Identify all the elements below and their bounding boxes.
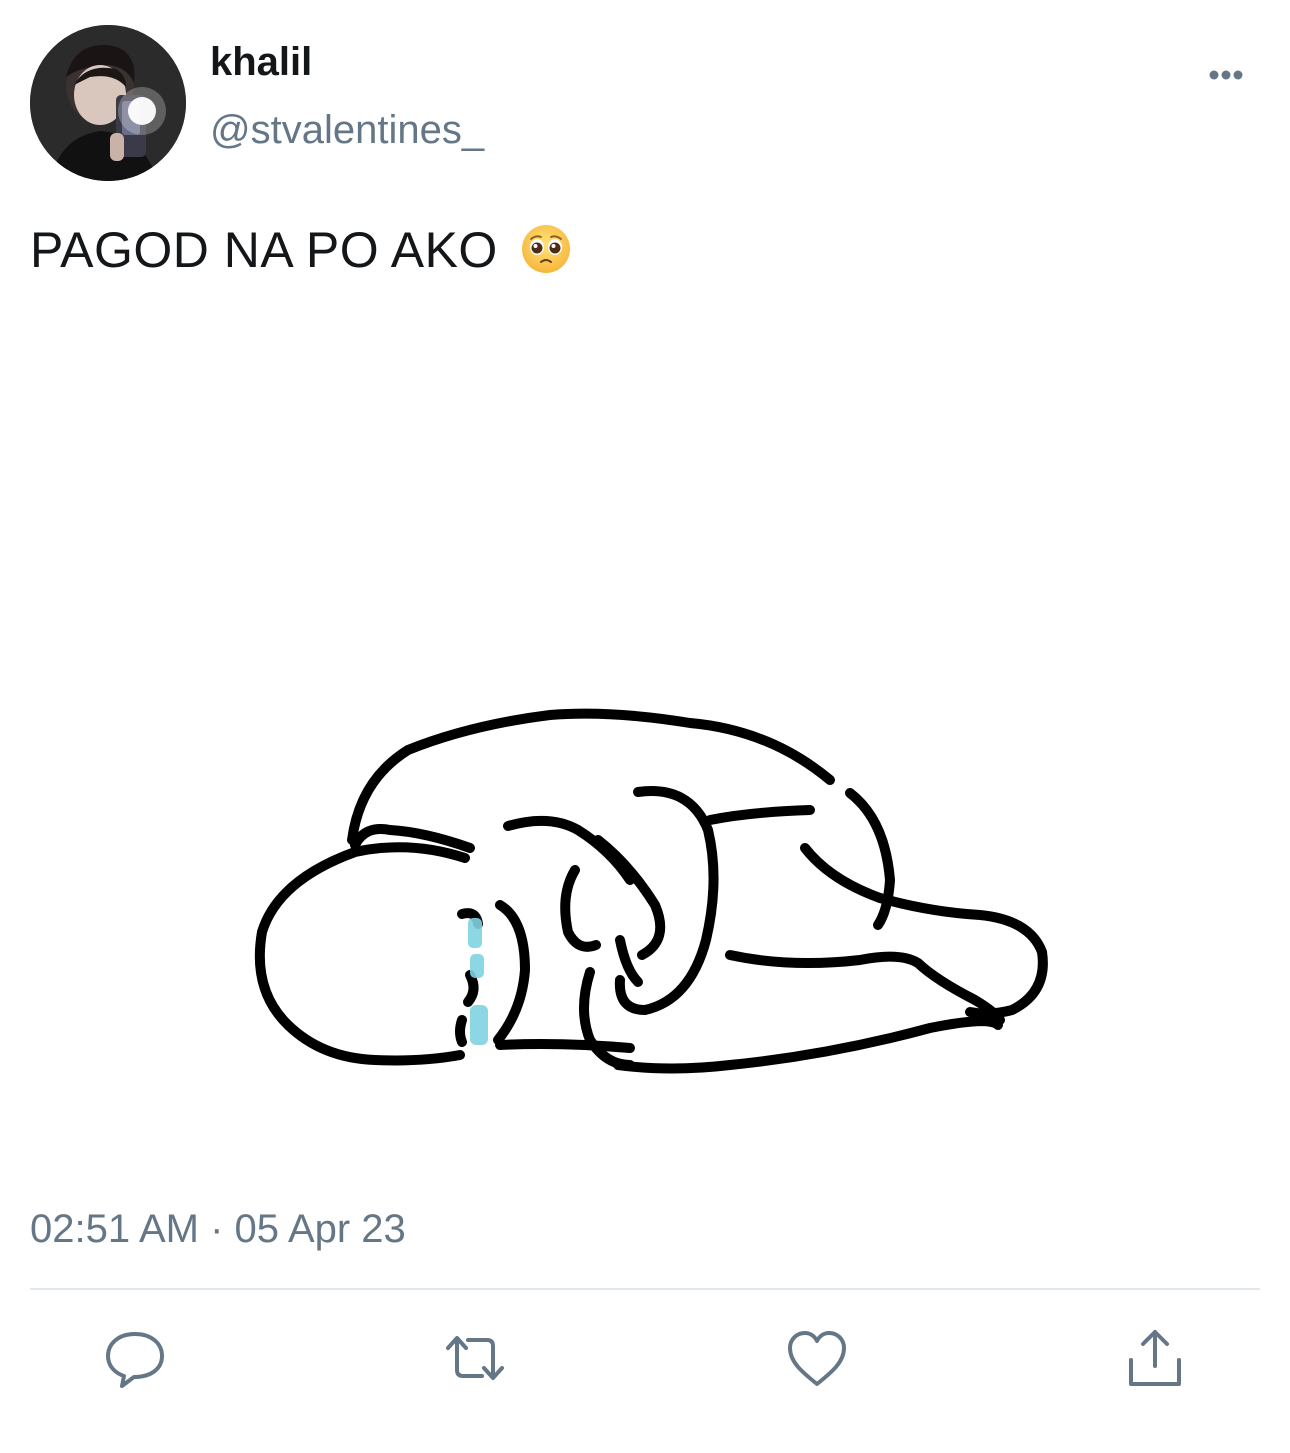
like-button[interactable]	[782, 1326, 852, 1390]
pleading-face-emoji	[520, 223, 572, 290]
more-options-icon	[1209, 70, 1243, 80]
tweet-text-content: PAGOD NA PO AKO	[30, 222, 498, 278]
tweet-image[interactable]	[30, 320, 1260, 1160]
avatar-photo	[30, 25, 186, 181]
user-handle[interactable]: @stvalentines_	[210, 106, 484, 154]
reply-icon	[106, 1332, 164, 1388]
tweet-card: khalil @stvalentines_ PAGOD NA PO AKO 02…	[0, 0, 1290, 1453]
more-options-button[interactable]	[1196, 58, 1256, 92]
reply-button[interactable]	[100, 1326, 170, 1390]
tweet-text: PAGOD NA PO AKO	[30, 218, 572, 290]
share-icon	[1129, 1330, 1181, 1386]
avatar[interactable]	[30, 25, 186, 181]
crying-figure-drawing	[254, 708, 1048, 1074]
tweet-timestamp[interactable]: 02:51 AM · 05 Apr 23	[30, 1204, 406, 1254]
divider	[30, 1288, 1260, 1290]
heart-icon	[788, 1331, 846, 1386]
share-button[interactable]	[1120, 1326, 1190, 1390]
retweet-icon	[446, 1336, 504, 1380]
display-name[interactable]: khalil	[210, 38, 312, 86]
retweet-button[interactable]	[440, 1326, 510, 1390]
